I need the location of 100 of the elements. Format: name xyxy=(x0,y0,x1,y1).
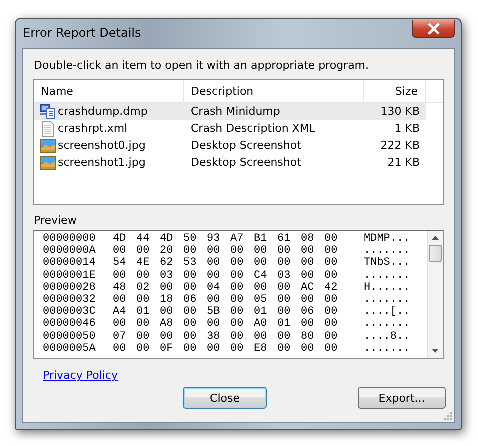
scroll-down-icon[interactable] xyxy=(432,349,439,353)
file-description: Crash Description XML xyxy=(190,122,316,135)
file-size: 130 KB xyxy=(380,105,421,118)
hex-byte: 00 xyxy=(113,245,128,258)
hex-byte: 00 xyxy=(136,330,151,343)
hex-offset: 00000050 xyxy=(43,330,97,343)
hex-byte: 01 xyxy=(136,306,151,318)
column-header[interactable]: Size xyxy=(364,80,426,102)
hex-byte: 00 xyxy=(324,342,339,356)
image-file-icon xyxy=(40,138,56,154)
hex-ascii: ....8.. xyxy=(364,330,410,343)
hex-offset: 0000005A xyxy=(43,342,97,356)
dialog-button[interactable]: Close xyxy=(183,387,267,409)
hex-byte: 00 xyxy=(136,342,151,356)
hex-byte: 00 xyxy=(230,257,245,270)
hex-ascii: ....... xyxy=(364,342,410,356)
hex-offset: 0000003C xyxy=(43,306,97,318)
hex-ascii: ....... xyxy=(364,245,410,258)
hex-byte: 00 xyxy=(278,245,292,258)
hex-byte: 04 xyxy=(207,282,222,294)
file-row[interactable]: crashdump.dmp Crash Minidump 130 KB xyxy=(34,103,426,120)
hex-byte: 50 xyxy=(184,233,198,246)
hex-byte: 00 xyxy=(207,245,222,258)
hex-offset: 00000000 xyxy=(43,233,97,246)
scroll-up-icon[interactable] xyxy=(432,236,439,240)
hex-byte: 00 xyxy=(278,257,292,270)
hex-byte: 00 xyxy=(207,342,222,356)
hex-byte: 00 xyxy=(136,294,151,306)
window-title: Error Report Details xyxy=(23,26,142,40)
file-row[interactable]: screenshot1.jpg Desktop Screenshot 21 KB xyxy=(34,154,426,171)
hex-byte: 00 xyxy=(230,330,245,343)
hex-byte: 05 xyxy=(254,294,268,306)
hex-byte: AC xyxy=(301,282,316,294)
hex-byte: 03 xyxy=(278,270,292,282)
hex-byte: 00 xyxy=(184,282,198,294)
close-button[interactable] xyxy=(412,20,455,38)
hex-byte: 5B xyxy=(207,306,222,318)
hex-ascii: H...... xyxy=(364,282,410,294)
hex-byte: E8 xyxy=(254,342,268,356)
hex-byte: 03 xyxy=(160,270,174,282)
hex-byte: 01 xyxy=(278,318,292,331)
file-row[interactable]: crashrpt.xml Crash Description XML 1 KB xyxy=(34,120,426,137)
file-name: crashdump.dmp xyxy=(58,105,148,118)
hex-byte: 62 xyxy=(160,257,174,270)
hex-byte: 00 xyxy=(113,318,128,331)
preview-label: Preview xyxy=(34,214,78,227)
hex-byte: 4D xyxy=(113,233,128,246)
hex-offset: 0000000A xyxy=(43,245,97,258)
hex-byte: 00 xyxy=(324,294,339,306)
hex-byte: 00 xyxy=(184,306,198,318)
hex-byte: 61 xyxy=(278,233,292,246)
hex-byte: 00 xyxy=(301,318,316,331)
hex-byte: 00 xyxy=(136,318,151,331)
hex-byte: 00 xyxy=(324,257,339,270)
hex-byte: 00 xyxy=(207,294,222,306)
privacy-policy-link[interactable]: Privacy Policy xyxy=(43,369,118,382)
hex-byte: 93 xyxy=(207,233,222,246)
hex-byte: 00 xyxy=(230,342,245,356)
hex-byte: 00 xyxy=(278,342,292,356)
file-row[interactable]: screenshot0.jpg Desktop Screenshot 222 KB xyxy=(34,137,426,154)
hex-byte: 00 xyxy=(160,330,174,343)
hex-byte: 00 xyxy=(324,318,339,331)
hex-byte: 00 xyxy=(254,330,268,343)
file-description: Desktop Screenshot xyxy=(190,139,302,152)
hex-byte: 00 xyxy=(230,282,245,294)
hex-ascii: ....[.. xyxy=(364,306,410,318)
column-header[interactable]: Description xyxy=(184,80,364,102)
hex-byte: B1 xyxy=(254,233,268,246)
file-name: screenshot0.jpg xyxy=(58,139,146,152)
hex-byte: 54 xyxy=(113,257,128,270)
resize-grip-icon[interactable] xyxy=(443,411,453,421)
hex-byte: 00 xyxy=(254,257,268,270)
hex-byte: 00 xyxy=(324,330,339,343)
hex-byte: 00 xyxy=(160,282,174,294)
hex-byte: 00 xyxy=(301,294,316,306)
hex-byte: 02 xyxy=(136,282,151,294)
hex-byte: 00 xyxy=(254,282,268,294)
hex-byte: 00 xyxy=(184,342,198,356)
hex-byte: 00 xyxy=(136,245,151,258)
hex-byte: 00 xyxy=(113,294,128,306)
hex-byte: 00 xyxy=(324,233,339,246)
dialog-button[interactable]: Export... xyxy=(358,387,446,409)
file-name: screenshot1.jpg xyxy=(58,156,146,169)
file-size: 222 KB xyxy=(380,139,421,152)
hex-byte: 00 xyxy=(254,245,268,258)
scrollbar[interactable] xyxy=(427,231,443,358)
hex-ascii: TNbS... xyxy=(364,257,410,270)
hex-byte: C4 xyxy=(254,270,268,282)
hex-byte: 00 xyxy=(278,330,292,343)
hex-byte: 01 xyxy=(254,306,268,318)
hex-byte: 00 xyxy=(113,270,128,282)
hex-byte: 00 xyxy=(184,330,198,343)
hex-byte: 07 xyxy=(113,330,128,343)
hex-byte: 42 xyxy=(324,282,339,294)
hex-byte: 53 xyxy=(184,257,198,270)
hex-ascii: ....... xyxy=(364,318,410,331)
column-header[interactable]: Name xyxy=(34,80,184,102)
scroll-thumb[interactable] xyxy=(429,245,442,262)
hex-byte: 80 xyxy=(301,330,316,343)
hex-byte: A0 xyxy=(254,318,268,331)
